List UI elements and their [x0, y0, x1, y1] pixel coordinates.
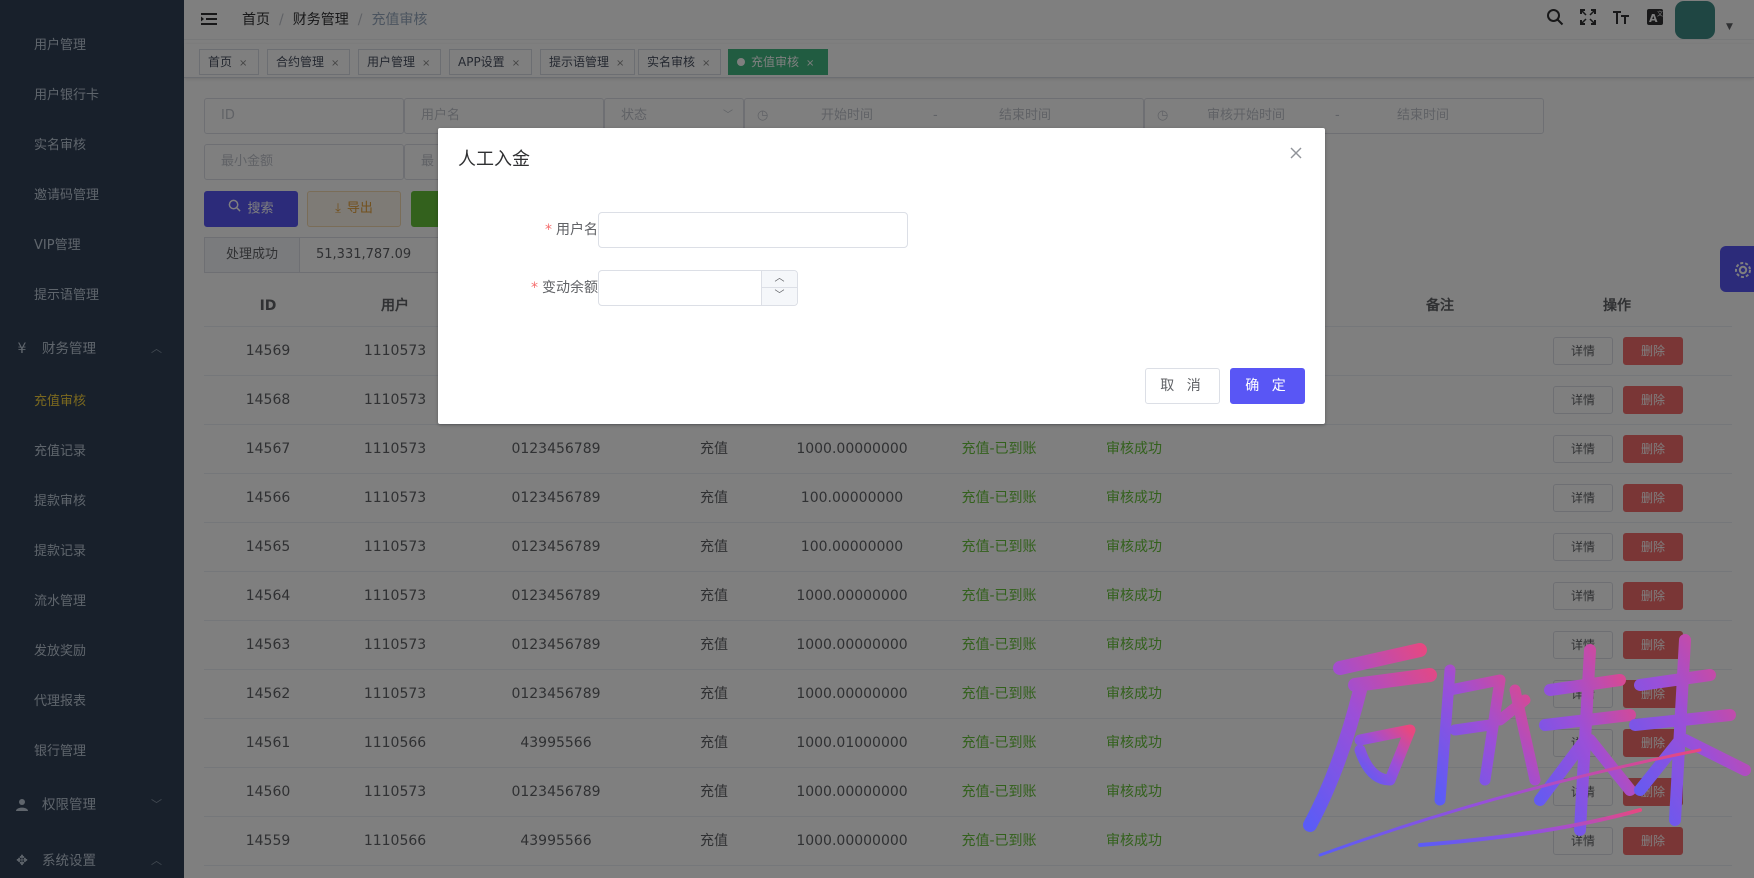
increase-button[interactable]: ︿: [761, 271, 797, 288]
confirm-button[interactable]: 确 定: [1230, 368, 1305, 404]
username-label-text: 用户名: [556, 222, 598, 238]
balance-change-label: * 变动余额: [458, 270, 598, 306]
close-icon[interactable]: [1289, 146, 1305, 162]
dialog-title: 人工入金: [458, 149, 530, 170]
required-mark: *: [531, 280, 538, 296]
balance-change-stepper[interactable]: ︿ ﹀: [598, 270, 798, 306]
username-label: * 用户名: [458, 212, 598, 248]
username-input[interactable]: [598, 212, 908, 248]
required-mark: *: [545, 222, 552, 238]
cancel-button[interactable]: 取 消: [1145, 368, 1220, 404]
balance-change-label-text: 变动余额: [542, 280, 598, 296]
manual-deposit-dialog: 人工入金 * 用户名 * 变动余额 ︿ ﹀ 取 消 确 定: [438, 128, 1325, 424]
decrease-button[interactable]: ﹀: [761, 288, 797, 305]
